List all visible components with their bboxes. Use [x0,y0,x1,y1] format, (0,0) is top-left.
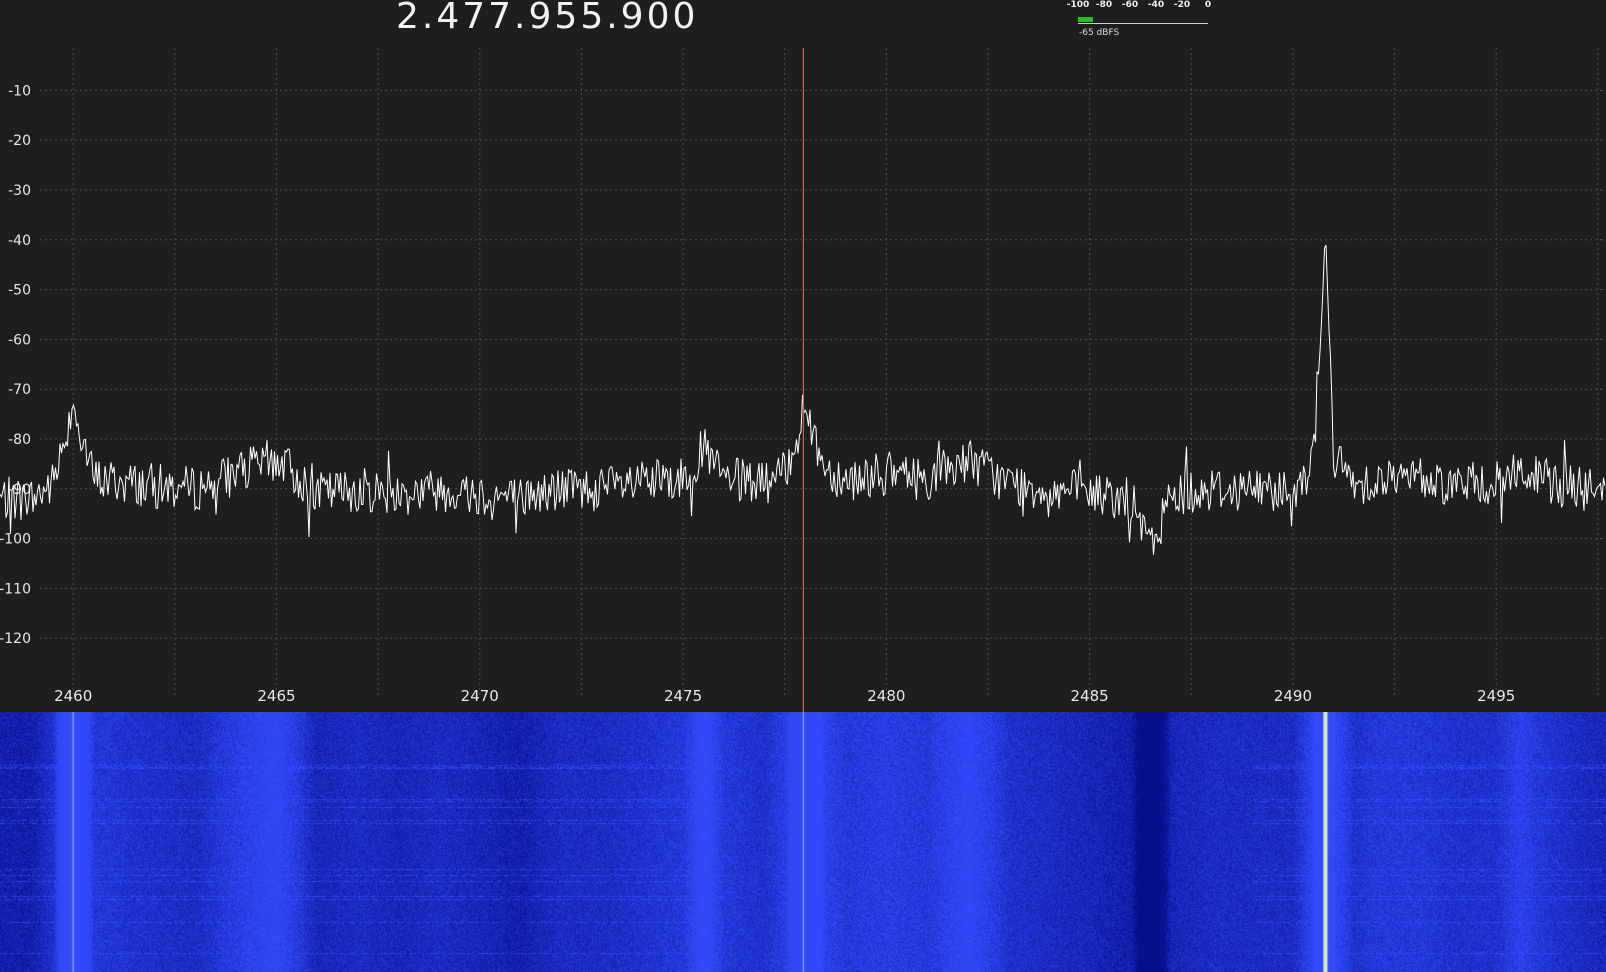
spectrum-svg[interactable]: -10-20-30-40-50-60-70-80-90-100-110-120 … [0,48,1606,712]
spectrum-plot[interactable]: -10 -20 -30 -40 -50 -60 -70 -80 -90 -100 -110 -120 … [0,48,1606,712]
waterfall-display[interactable] [0,712,1606,972]
header-bar: 2.477.955.900 -100 -80 -60 -40 -20 0 -65… [0,0,1606,48]
x-tick-label: 2490 [1274,687,1312,705]
y-tick-label: -10 [8,83,31,99]
y-axis-labels: -10-20-30-40-50-60-70-80-90-100-110-120 [0,83,31,647]
x-tick-label: 2465 [257,687,295,705]
level-meter-tick: -60 [1121,0,1139,10]
x-tick-label: 2470 [461,687,499,705]
waterfall-canvas[interactable] [0,712,1606,972]
level-meter-bar [1078,17,1094,22]
y-tick-label: -110 [0,581,31,597]
y-tick-label: -70 [8,382,31,398]
x-tick-label: 2480 [867,687,905,705]
level-meter-tick: -40 [1147,0,1165,10]
center-frequency-display[interactable]: 2.477.955.900 [396,0,698,37]
x-tick-label: 2460 [54,687,92,705]
x-tick-label: 2475 [664,687,702,705]
y-tick-label: -80 [8,432,31,448]
y-tick-label: -30 [8,183,31,199]
level-meter-tick: -100 [1066,0,1090,10]
x-tick-label: 2495 [1477,687,1515,705]
grid-vertical [72,48,1599,698]
y-tick-label: -40 [8,233,31,249]
level-meter-readout: -65 dBFS [1079,28,1120,38]
y-tick-label: -120 [0,631,31,647]
level-meter-tick: 0 [1204,0,1212,10]
x-tick-label: 2485 [1071,687,1109,705]
y-tick-label: -60 [8,332,31,348]
grid-horizontal [40,89,1606,639]
spectrum-trace [0,244,1606,555]
y-tick-label: -20 [8,133,31,149]
y-tick-label: -50 [8,283,31,299]
level-meter-tick: -20 [1173,0,1191,10]
level-meter: -100 -80 -60 -40 -20 0 -65 dBFS [1066,0,1220,44]
level-meter-tick: -80 [1095,0,1113,10]
level-meter-scale [1078,23,1208,24]
y-tick-label: -100 [0,532,31,548]
